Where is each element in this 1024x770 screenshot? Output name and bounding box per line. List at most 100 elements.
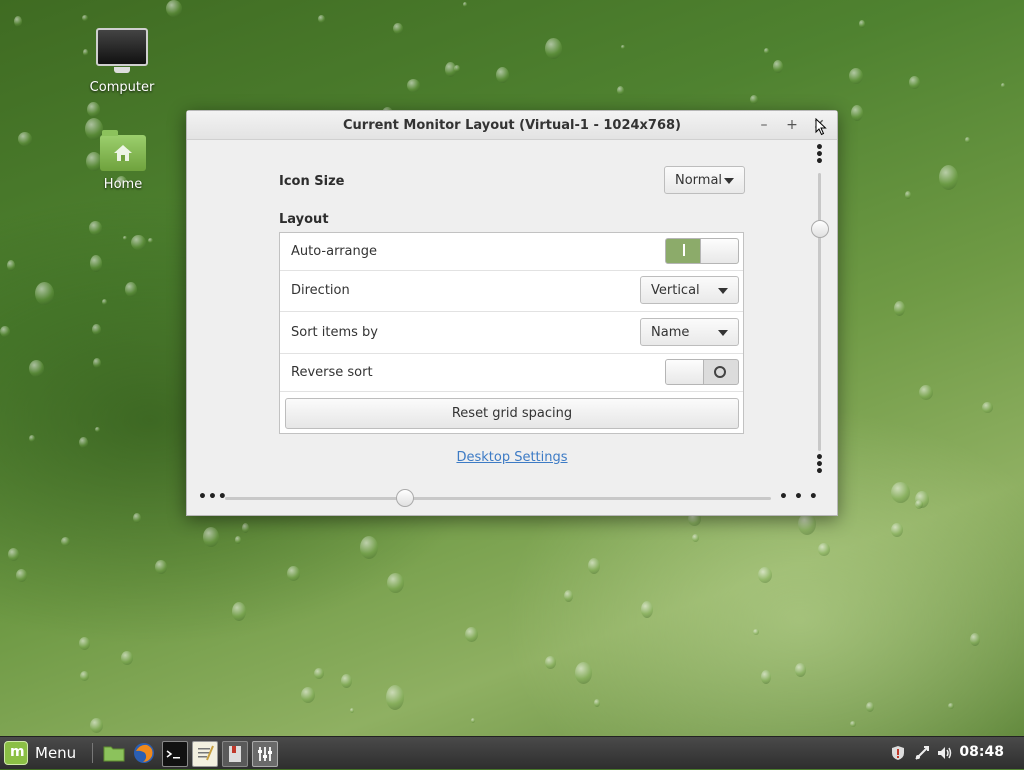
raindrop xyxy=(982,402,993,413)
raindrop xyxy=(471,718,475,723)
desktop-settings-link[interactable]: Desktop Settings xyxy=(187,450,837,465)
maximize-button[interactable]: + xyxy=(783,116,801,134)
vertical-scroll-dots-bottom: • • • xyxy=(815,450,825,480)
icon-size-value: Normal xyxy=(675,173,723,188)
direction-label: Direction xyxy=(291,283,350,298)
raindrop xyxy=(29,360,44,377)
icon-size-dropdown[interactable]: Normal xyxy=(664,166,745,194)
raindrop xyxy=(148,238,153,243)
raindrop xyxy=(8,548,19,561)
horizontal-scrollbar-thumb[interactable] xyxy=(396,489,414,507)
raindrop xyxy=(915,500,923,509)
text-editor-icon[interactable] xyxy=(192,741,218,767)
raindrop xyxy=(242,523,249,533)
list-item-direction: Direction Vertical xyxy=(280,270,743,312)
firefox-icon[interactable] xyxy=(132,741,156,765)
raindrop xyxy=(692,534,699,542)
raindrop xyxy=(891,523,903,537)
horizontal-scroll-dots-right: ••• xyxy=(779,489,824,505)
raindrop xyxy=(866,702,874,712)
raindrop xyxy=(575,662,592,684)
raindrop xyxy=(545,656,556,669)
window-title: Current Monitor Layout (Virtual-1 - 1024… xyxy=(342,118,682,133)
raindrop xyxy=(360,536,378,559)
raindrop xyxy=(818,543,830,556)
raindrop xyxy=(93,358,101,368)
raindrop xyxy=(407,79,420,92)
vertical-scrollbar-track[interactable] xyxy=(818,173,821,451)
raindrop xyxy=(764,48,769,54)
toggle-off-indicator xyxy=(714,366,726,378)
raindrop xyxy=(621,45,625,49)
auto-arrange-toggle[interactable] xyxy=(665,238,739,264)
sort-by-value: Name xyxy=(651,325,690,340)
raindrop xyxy=(80,671,89,681)
terminal-icon[interactable] xyxy=(162,741,188,767)
settings-icon[interactable] xyxy=(252,741,278,767)
raindrop xyxy=(588,558,600,574)
sort-by-dropdown[interactable]: Name xyxy=(640,318,739,346)
toggle-knob xyxy=(666,360,704,384)
raindrop xyxy=(82,15,88,21)
raindrop xyxy=(564,590,573,602)
raindrop xyxy=(166,0,182,17)
raindrop xyxy=(121,651,133,665)
raindrop xyxy=(87,102,100,117)
raindrop xyxy=(758,567,772,583)
raindrop xyxy=(155,560,167,574)
network-icon[interactable] xyxy=(914,745,930,761)
raindrop xyxy=(95,427,100,432)
desktop-icon-home[interactable]: Home xyxy=(83,130,163,192)
volume-icon[interactable] xyxy=(936,745,952,761)
desklet-settings-window: Current Monitor Layout (Virtual-1 - 1024… xyxy=(186,110,838,516)
chevron-down-icon xyxy=(718,288,728,294)
raindrop xyxy=(79,437,88,448)
raindrop xyxy=(894,301,905,316)
toggle-on-indicator xyxy=(683,244,685,256)
raindrop xyxy=(753,629,759,635)
raindrop xyxy=(90,718,103,733)
vertical-scrollbar-thumb[interactable] xyxy=(811,220,829,238)
mint-logo-icon: m xyxy=(4,741,28,765)
raindrop xyxy=(89,221,102,235)
raindrop xyxy=(905,191,911,199)
raindrop xyxy=(463,2,467,7)
shield-icon[interactable] xyxy=(890,745,906,761)
raindrop xyxy=(125,282,137,297)
raindrop xyxy=(750,95,758,104)
raindrop xyxy=(545,38,562,59)
raindrop xyxy=(92,324,101,335)
raindrop xyxy=(948,703,954,709)
raindrop xyxy=(919,385,933,400)
taskbar-separator xyxy=(92,743,93,763)
clock[interactable]: 08:48 xyxy=(959,744,1004,760)
raindrop xyxy=(970,633,980,646)
document-viewer-icon[interactable] xyxy=(222,741,248,767)
reset-grid-spacing-button[interactable]: Reset grid spacing xyxy=(285,398,739,429)
raindrop xyxy=(761,670,771,684)
raindrop xyxy=(773,60,783,73)
raindrop xyxy=(851,105,863,121)
minimize-button[interactable]: – xyxy=(755,116,773,134)
raindrop xyxy=(287,566,300,581)
layout-section-label: Layout xyxy=(279,212,329,227)
reverse-sort-toggle[interactable] xyxy=(665,359,739,385)
horizontal-scrollbar-track[interactable] xyxy=(225,497,771,500)
direction-dropdown[interactable]: Vertical xyxy=(640,276,739,304)
raindrop xyxy=(393,23,403,34)
raindrop xyxy=(232,602,246,621)
direction-value: Vertical xyxy=(651,283,700,298)
raindrop xyxy=(386,685,404,710)
raindrop xyxy=(617,86,624,95)
raindrop xyxy=(131,235,146,250)
raindrop xyxy=(102,299,107,305)
raindrop xyxy=(133,513,141,523)
icon-size-label: Icon Size xyxy=(279,174,345,189)
vertical-scroll-dots-top: • • • xyxy=(815,140,825,170)
titlebar[interactable]: Current Monitor Layout (Virtual-1 - 1024… xyxy=(187,111,837,140)
folder-icon[interactable] xyxy=(102,741,126,765)
desktop-icon-computer[interactable]: Computer xyxy=(82,28,162,95)
raindrop xyxy=(203,527,219,547)
raindrop xyxy=(341,674,352,688)
raindrop xyxy=(16,569,27,582)
